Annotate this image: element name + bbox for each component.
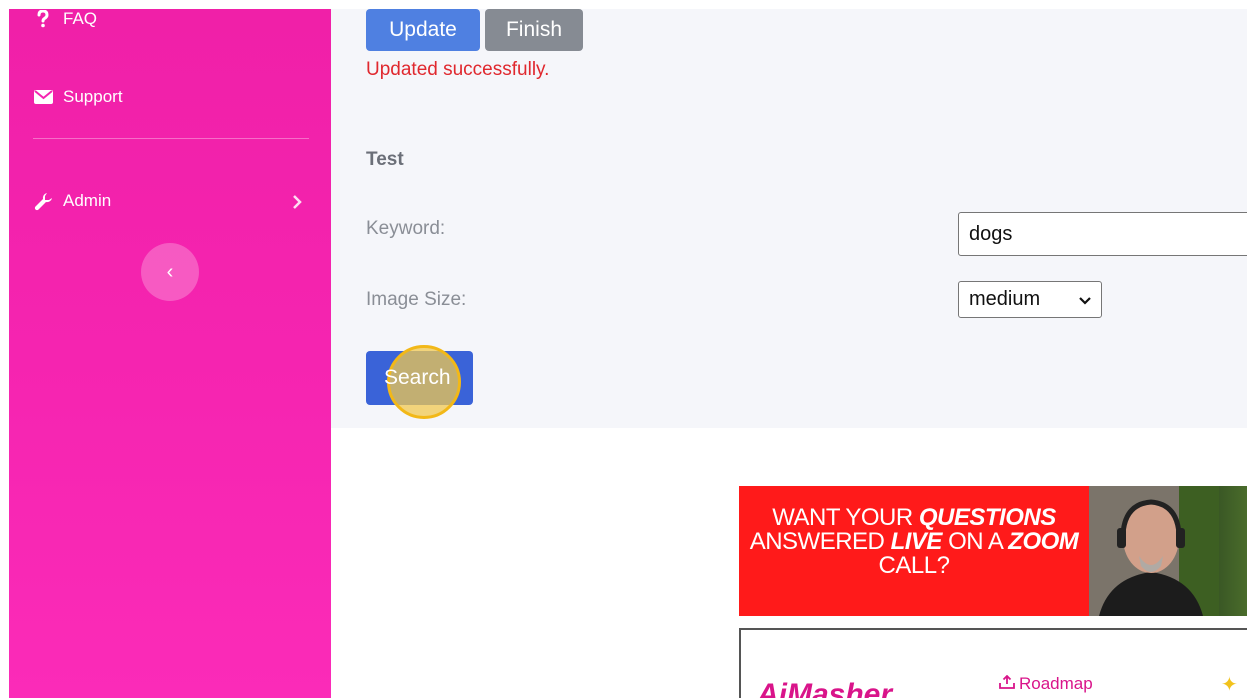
sidebar-item-admin[interactable]: Admin — [33, 191, 111, 211]
search-button-label: Search — [384, 366, 451, 389]
chevron-left-icon: ‹ — [166, 260, 174, 283]
section-title: Test — [366, 149, 404, 170]
chevron-right-icon — [292, 193, 302, 214]
envelope-icon — [33, 90, 53, 104]
wrench-icon — [33, 192, 53, 211]
image-size-value: medium — [969, 288, 1041, 310]
aimasher-banner[interactable]: AiMasher Roadmap ✦ — [739, 628, 1247, 698]
person-illustration — [1089, 486, 1219, 616]
keyword-label: Keyword: — [366, 218, 446, 239]
finish-button[interactable]: Finish — [485, 9, 583, 51]
image-size-label: Image Size: — [366, 289, 467, 310]
roadmap-link[interactable]: Roadmap — [999, 674, 1093, 694]
top-border — [0, 0, 1247, 9]
chevron-down-icon — [1079, 288, 1091, 311]
app-frame: FAQ Support Admin ‹ Update Finish Update… — [0, 0, 1247, 698]
upload-icon — [999, 674, 1015, 694]
zoom-promo-banner[interactable]: WANT YOUR QUESTIONS ANSWERED LIVE ON A Z… — [739, 486, 1247, 616]
sidebar-item-label: FAQ — [63, 9, 98, 28]
sidebar-item-faq[interactable]: FAQ — [33, 9, 97, 29]
presenter-photo — [1089, 486, 1247, 616]
sidebar: FAQ Support Admin ‹ — [9, 9, 331, 698]
sidebar-item-label: Support — [63, 87, 123, 106]
update-button[interactable]: Update — [366, 9, 480, 51]
keyword-input[interactable] — [958, 212, 1247, 256]
sidebar-collapse-button[interactable]: ‹ — [141, 243, 199, 301]
aimasher-logo: AiMasher — [757, 678, 893, 698]
sidebar-divider — [33, 138, 309, 139]
image-size-select[interactable]: medium — [958, 281, 1102, 318]
sidebar-item-support[interactable]: Support — [33, 87, 123, 107]
question-icon — [33, 10, 53, 28]
content-panel: Update Finish Updated successfully. Test… — [331, 9, 1247, 428]
sidebar-item-label: Admin — [63, 191, 112, 210]
sparkle-icon: ✦ — [1221, 674, 1238, 696]
success-message: Updated successfully. — [366, 59, 550, 80]
banner-headline: WANT YOUR QUESTIONS ANSWERED LIVE ON A Z… — [749, 504, 1079, 579]
